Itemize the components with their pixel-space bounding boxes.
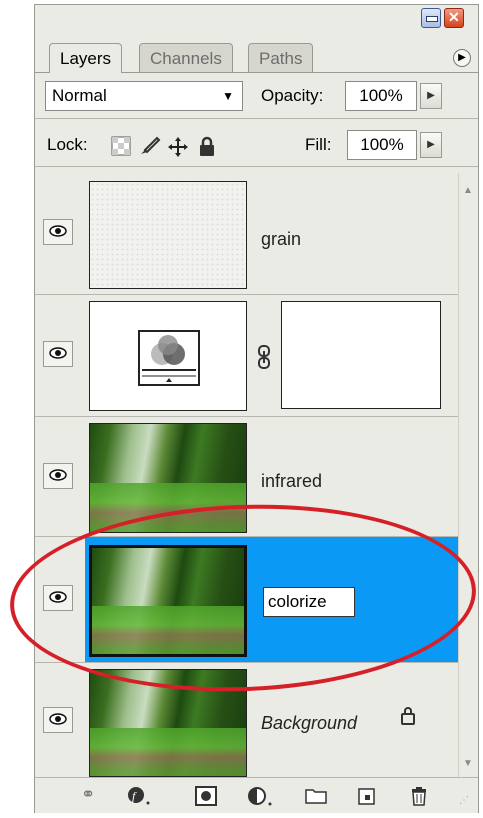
layer-row-colorize[interactable]: colorize	[35, 537, 458, 663]
layer-name[interactable]: Background	[261, 713, 357, 734]
layer-style-icon[interactable]: f	[127, 786, 153, 810]
scroll-down-icon[interactable]: ▼	[463, 758, 473, 769]
visibility-toggle[interactable]	[43, 707, 73, 733]
chevron-down-icon: ▼	[222, 89, 234, 103]
new-layer-icon[interactable]	[357, 786, 377, 810]
tab-channels[interactable]: Channels	[139, 43, 233, 73]
delete-layer-icon[interactable]	[409, 786, 429, 810]
eye-icon	[49, 469, 67, 481]
layer-row-grain[interactable]: grain	[35, 173, 458, 295]
layers-list: grain infrared colorize Background	[35, 173, 458, 777]
tab-layers[interactable]: Layers	[49, 43, 123, 73]
lock-position-move-icon[interactable]	[167, 136, 189, 157]
layer-row-background[interactable]: Background	[35, 663, 458, 777]
divider	[35, 166, 478, 167]
blend-mode-value: Normal	[52, 86, 107, 105]
opacity-slider-button[interactable]: ▶	[420, 83, 442, 109]
panel-menu-icon[interactable]: ▶	[453, 49, 471, 67]
layer-name-input[interactable]: colorize	[263, 587, 355, 617]
fill-label: Fill:	[305, 135, 332, 154]
layer-thumbnail[interactable]	[89, 301, 247, 411]
lock-all-icon[interactable]	[197, 136, 217, 156]
layer-mask-thumbnail[interactable]	[281, 301, 441, 409]
adjustment-layer-icon[interactable]	[247, 786, 275, 810]
mask-link-icon[interactable]	[257, 345, 271, 375]
blend-mode-select[interactable]: Normal ▼	[45, 81, 243, 111]
layers-scrollbar[interactable]: ▲ ▼	[458, 173, 478, 777]
new-group-icon[interactable]	[305, 786, 327, 808]
layer-thumbnail[interactable]	[89, 669, 247, 777]
fill-field[interactable]: 100%	[347, 130, 417, 160]
visibility-toggle[interactable]	[43, 463, 73, 489]
layer-row-adjustment[interactable]	[35, 295, 458, 417]
channel-mixer-icon	[138, 330, 200, 386]
layer-thumbnail[interactable]	[89, 545, 247, 657]
divider	[35, 118, 478, 119]
eye-icon	[49, 591, 67, 603]
visibility-toggle[interactable]	[43, 585, 73, 611]
layers-panel: Layers Channels Paths ▶ Normal ▼ Opacity…	[34, 4, 479, 813]
add-mask-icon[interactable]	[195, 786, 217, 810]
fill-slider-button[interactable]: ▶	[420, 132, 442, 158]
eye-icon	[49, 347, 67, 359]
lock-pixels-brush-icon[interactable]	[139, 136, 161, 156]
lock-transparent-icon[interactable]	[111, 136, 131, 156]
scroll-up-icon[interactable]: ▲	[463, 185, 473, 196]
layer-name: colorize	[268, 592, 327, 611]
layer-thumbnail[interactable]	[89, 423, 247, 533]
layer-name[interactable]: infrared	[261, 471, 322, 492]
layer-name[interactable]: grain	[261, 229, 301, 250]
layers-toolbar: ⚭ f ⋰	[35, 777, 478, 813]
minimize-button[interactable]	[421, 8, 441, 28]
layer-thumbnail[interactable]	[89, 181, 247, 289]
eye-icon	[49, 713, 67, 725]
opacity-label: Opacity:	[261, 86, 324, 105]
close-button[interactable]	[444, 8, 464, 28]
visibility-toggle[interactable]	[43, 341, 73, 367]
tab-paths[interactable]: Paths	[248, 43, 314, 73]
link-layers-icon[interactable]: ⚭	[81, 786, 95, 804]
opacity-field[interactable]: 100%	[345, 81, 417, 111]
lock-icon	[401, 707, 415, 725]
resize-grip-icon[interactable]: ⋰	[459, 792, 469, 810]
panel-tabs: Layers Channels Paths ▶	[35, 35, 478, 75]
eye-icon	[49, 225, 67, 237]
visibility-toggle[interactable]	[43, 219, 73, 245]
layer-row-infrared[interactable]: infrared	[35, 417, 458, 537]
lock-label: Lock:	[47, 135, 88, 154]
